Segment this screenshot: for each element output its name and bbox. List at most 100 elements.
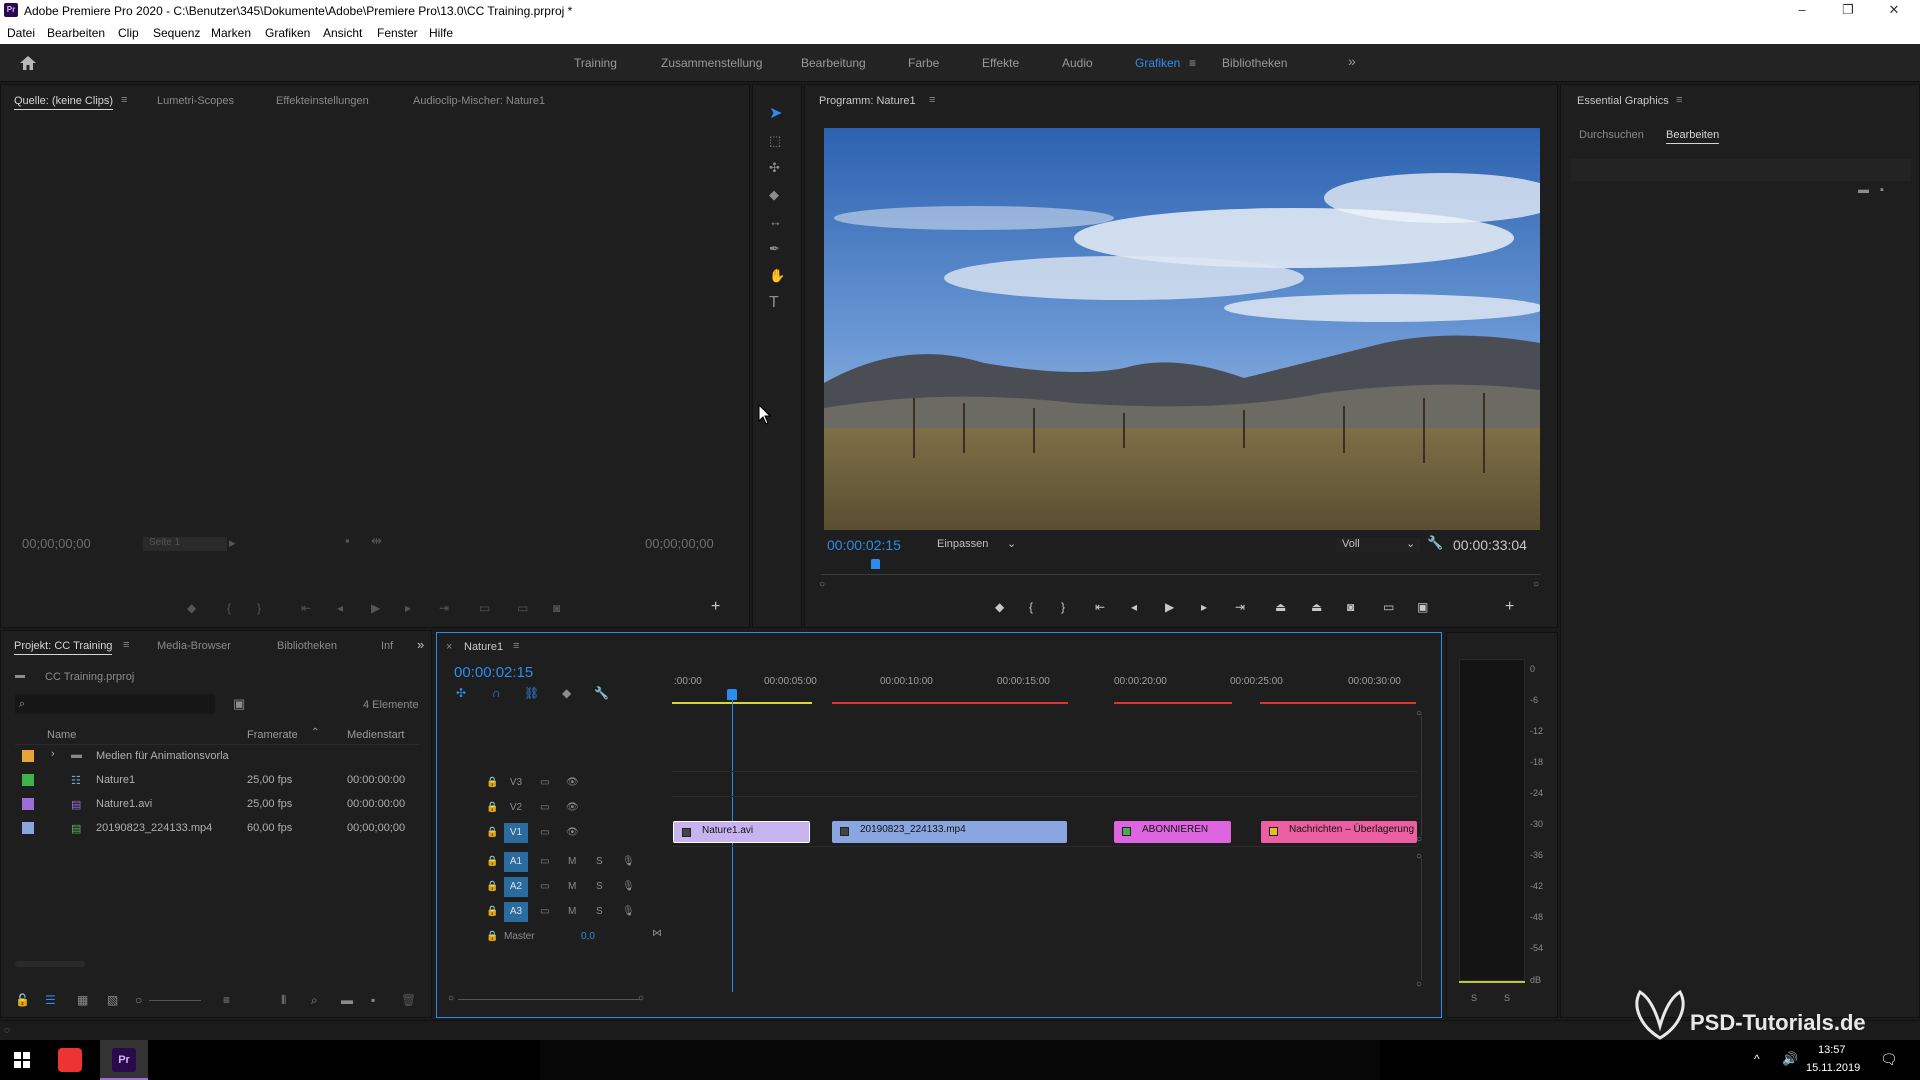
sort-ascending-icon[interactable]: ⌃ xyxy=(311,727,319,738)
workspace-zusammenstellung[interactable]: Zusammenstellung xyxy=(661,56,762,70)
add-button-icon[interactable]: + xyxy=(1505,598,1514,616)
go-to-out-icon[interactable]: ⇥ xyxy=(439,601,449,615)
menu-sequenz[interactable]: Sequenz xyxy=(153,26,200,40)
menu-bearbeiten[interactable]: Bearbeiten xyxy=(47,26,105,40)
timeline-ruler[interactable]: :00:00 00:00:05:00 00:00:10:00 00:00:15:… xyxy=(672,672,1422,706)
menu-grafiken[interactable]: Grafiken xyxy=(265,26,310,40)
premiere-taskbar-button[interactable]: Pr xyxy=(100,1040,148,1080)
tab-essential-graphics[interactable]: Essential Graphics xyxy=(1577,95,1669,107)
tab-bearbeiten[interactable]: Bearbeiten xyxy=(1666,129,1720,144)
trash-icon[interactable]: 🗑 xyxy=(401,993,416,1007)
camera-icon[interactable]: ◙ xyxy=(1347,600,1354,614)
horizontal-scrollbar[interactable] xyxy=(15,961,85,967)
sync-lock-icon[interactable]: ▭ xyxy=(540,881,549,892)
icon-view-icon[interactable]: ▦ xyxy=(77,993,88,1007)
tab-source[interactable]: Quelle: (keine Clips) xyxy=(14,95,114,110)
extract-icon[interactable]: ⏏ xyxy=(1311,600,1322,614)
workspace-grafiken[interactable]: Grafiken xyxy=(1135,56,1180,70)
quality-dropdown[interactable]: Voll ⌄ xyxy=(1336,538,1420,552)
close-tab-icon[interactable]: × xyxy=(446,641,452,653)
insert-icon[interactable]: ⇹ xyxy=(371,534,382,548)
program-playhead[interactable] xyxy=(870,559,880,569)
solo-icon[interactable]: S xyxy=(596,856,603,867)
tab-effect-controls[interactable]: Effekteinstellungen xyxy=(276,95,369,107)
nest-icon[interactable]: ✣ xyxy=(456,686,466,700)
label-color-swatch[interactable] xyxy=(22,774,34,786)
lock-icon[interactable]: 🔒 xyxy=(486,856,498,867)
workspace-audio[interactable]: Audio xyxy=(1062,56,1093,70)
microphone-icon[interactable]: 🎙 xyxy=(622,906,635,917)
add-marker-icon[interactable]: ◆ xyxy=(562,686,571,700)
settings-icon[interactable]: ▪ xyxy=(345,534,350,548)
solo-left-button[interactable]: S xyxy=(1471,993,1477,1003)
master-value[interactable]: 0,0 xyxy=(581,931,595,942)
mute-icon[interactable]: M xyxy=(568,906,576,917)
tab-sequence[interactable]: Nature1 xyxy=(464,641,503,653)
tab-durchsuchen[interactable]: Durchsuchen xyxy=(1579,129,1644,141)
solo-right-button[interactable]: S xyxy=(1504,993,1510,1003)
tab-project[interactable]: Projekt: CC Training xyxy=(14,640,113,655)
workspace-menu-icon[interactable]: ≡ xyxy=(1189,56,1196,70)
mark-out-icon[interactable]: } xyxy=(257,601,261,615)
microphone-icon[interactable]: 🎙 xyxy=(622,856,635,867)
maximize-button[interactable]: ❐ xyxy=(1828,2,1868,18)
marker-icon[interactable]: ◆ xyxy=(995,600,1004,614)
go-to-in-icon[interactable]: ⇤ xyxy=(1095,600,1105,614)
solo-icon[interactable]: S xyxy=(596,881,603,892)
track-target-a3[interactable]: A3 xyxy=(504,902,528,922)
overwrite-icon[interactable]: ▭ xyxy=(517,601,528,615)
sync-lock-icon[interactable]: ▭ xyxy=(540,777,549,788)
eg-menu-icon[interactable]: ≡ xyxy=(1676,94,1682,106)
pen-tool-icon[interactable]: ✒ xyxy=(769,242,780,256)
workspace-training[interactable]: Training xyxy=(574,56,617,70)
workspace-bearbeitung[interactable]: Bearbeitung xyxy=(801,56,866,70)
track-target-a1[interactable]: A1 xyxy=(504,852,528,872)
workspace-effekte[interactable]: Effekte xyxy=(982,56,1019,70)
vertical-scrollbar[interactable] xyxy=(1421,716,1422,836)
lock-icon[interactable]: 🔒 xyxy=(486,881,498,892)
razor-tool-icon[interactable]: ◆ xyxy=(769,188,779,202)
tray-chevron-icon[interactable]: ^ xyxy=(1754,1052,1760,1066)
fit-dropdown[interactable]: Einpassen ⌄ xyxy=(937,538,1021,552)
track-target-v3[interactable]: V3 xyxy=(504,773,528,793)
eye-icon[interactable]: 👁 xyxy=(566,827,579,838)
eye-icon[interactable]: 👁 xyxy=(566,802,579,813)
lock-icon[interactable]: 🔒 xyxy=(486,827,498,838)
timeline-clip[interactable]: Nature1.avi xyxy=(673,821,810,843)
menu-ansicht[interactable]: Ansicht xyxy=(323,26,362,40)
track-target-a2[interactable]: A2 xyxy=(504,877,528,897)
column-framerate[interactable]: Framerate xyxy=(247,729,298,741)
mute-icon[interactable]: M xyxy=(568,856,576,867)
page-dropdown[interactable]: Seite 1 xyxy=(143,537,227,551)
insert-clip-icon[interactable]: ▭ xyxy=(479,601,490,615)
timeline-menu-icon[interactable]: ≡ xyxy=(513,640,519,652)
go-to-in-icon[interactable]: ⇤ xyxy=(301,601,311,615)
type-tool-icon[interactable]: T xyxy=(769,295,779,311)
panel-menu-icon[interactable]: ≡ xyxy=(121,94,127,106)
lock-icon[interactable]: 🔓 xyxy=(15,993,30,1007)
step-forward-icon[interactable]: ▸ xyxy=(1201,600,1207,614)
menu-clip[interactable]: Clip xyxy=(118,26,139,40)
project-item-video[interactable]: ▤ Nature1.avi 25,00 fps 00:00:00:00 xyxy=(15,793,419,817)
column-media-start[interactable]: Medienstart xyxy=(347,729,404,741)
creative-cloud-icon[interactable] xyxy=(58,1048,82,1072)
slip-tool-icon[interactable]: ↔ xyxy=(769,215,782,229)
solo-icon[interactable]: S xyxy=(596,906,603,917)
expand-chevron-icon[interactable]: › xyxy=(51,748,55,760)
workspace-bibliotheken[interactable]: Bibliotheken xyxy=(1222,56,1287,70)
hand-tool-icon[interactable]: ✋ xyxy=(769,269,785,283)
marker-icon[interactable]: ◆ xyxy=(187,601,196,615)
more-workspaces-icon[interactable]: » xyxy=(1348,53,1356,69)
multi-camera-icon[interactable]: ▣ xyxy=(1417,600,1428,614)
timeline-clip[interactable]: ABONNIEREN xyxy=(1114,821,1231,843)
zoom-slider-track[interactable] xyxy=(149,1000,201,1001)
more-tabs-icon[interactable]: » xyxy=(417,637,424,652)
timeline-clip[interactable]: Nachrichten – Überlagerung li xyxy=(1261,821,1417,843)
folder-icon[interactable]: ▬ xyxy=(1858,183,1869,197)
menu-datei[interactable]: Datei xyxy=(7,26,35,40)
project-item-bin[interactable]: › ▬ Medien für Animationsvorla xyxy=(15,745,419,769)
label-color-swatch[interactable] xyxy=(22,798,34,810)
new-bin-from-search-icon[interactable]: ▣ xyxy=(233,697,245,711)
sort-icons-icon[interactable]: ≡ xyxy=(223,993,230,1007)
tab-audio-clip-mixer[interactable]: Audioclip-Mischer: Nature1 xyxy=(413,95,545,107)
